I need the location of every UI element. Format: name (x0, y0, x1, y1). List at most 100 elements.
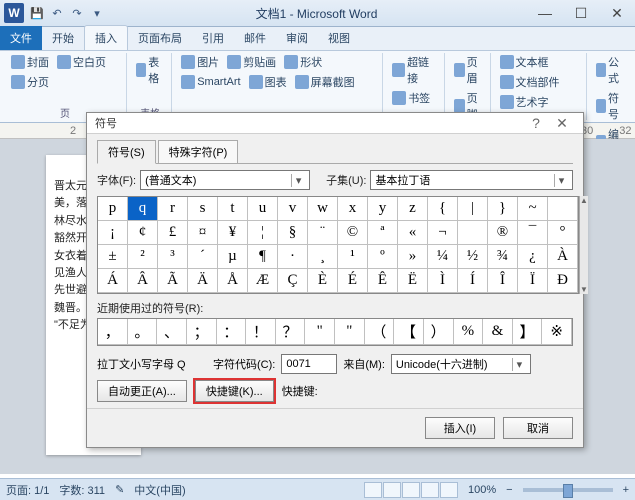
scroll-down-icon[interactable]: ▼ (580, 285, 588, 294)
subset-combo[interactable]: 基本拉丁语▾ (370, 170, 573, 190)
char-cell[interactable]: z (398, 197, 428, 221)
char-cell[interactable]: ¦ (248, 221, 278, 245)
zoom-out-button[interactable]: − (506, 484, 512, 496)
tab-view[interactable]: 视图 (318, 26, 360, 50)
language-indicator[interactable]: 中文(中国) (134, 482, 185, 498)
shapes-button[interactable]: 形状 (281, 53, 325, 71)
maximize-button[interactable]: ☐ (563, 1, 599, 26)
char-cell[interactable]: { (428, 197, 458, 221)
tab-special-chars[interactable]: 特殊字符(P) (158, 140, 239, 164)
undo-icon[interactable]: ↶ (48, 4, 66, 22)
grid-scrollbar[interactable]: ▲ ▼ (579, 196, 588, 294)
equation-button[interactable]: 公式 (593, 53, 627, 87)
char-cell[interactable]: ¿ (518, 245, 548, 269)
char-cell[interactable]: Î (488, 269, 518, 293)
quickparts-button[interactable]: 文档部件 (497, 73, 563, 91)
char-cell[interactable]: ³ (158, 245, 188, 269)
recent-char-cell[interactable]: ， (98, 319, 128, 345)
tab-insert[interactable]: 插入 (84, 25, 128, 50)
tab-home[interactable]: 开始 (42, 26, 84, 50)
char-cell[interactable]: Ã (158, 269, 188, 293)
char-cell[interactable]: ª (368, 221, 398, 245)
recent-char-cell[interactable]: " (335, 319, 365, 345)
smartart-button[interactable]: SmartArt (178, 73, 243, 91)
recent-char-cell[interactable]: % (454, 319, 484, 345)
redo-icon[interactable]: ↷ (68, 4, 86, 22)
char-cell[interactable]: v (278, 197, 308, 221)
save-icon[interactable]: 💾 (28, 4, 46, 22)
recent-char-cell[interactable]: ） (424, 319, 454, 345)
char-cell[interactable]: ¸ (308, 245, 338, 269)
char-cell[interactable]: ¾ (488, 245, 518, 269)
recent-char-cell[interactable]: 。 (128, 319, 158, 345)
minimize-button[interactable]: — (527, 1, 563, 26)
recent-char-cell[interactable]: ※ (542, 319, 572, 345)
recent-char-cell[interactable]: 、 (157, 319, 187, 345)
page-indicator[interactable]: 页面: 1/1 (6, 482, 49, 498)
char-cell[interactable]: Ç (278, 269, 308, 293)
char-cell[interactable]: Í (458, 269, 488, 293)
char-cell[interactable]: Á (98, 269, 128, 293)
cover-page-button[interactable]: 封面 (8, 53, 52, 71)
table-button[interactable]: 表格 (133, 53, 167, 87)
char-cell[interactable]: Ë (398, 269, 428, 293)
char-cell[interactable]: © (338, 221, 368, 245)
char-cell[interactable]: ¬ (428, 221, 458, 245)
char-cell[interactable]: ° (548, 221, 578, 245)
font-combo[interactable]: (普通文本)▾ (140, 170, 310, 190)
recent-char-cell[interactable]: ！ (246, 319, 276, 345)
char-cell[interactable]: s (188, 197, 218, 221)
char-cell[interactable]: } (488, 197, 518, 221)
char-cell[interactable]: r (158, 197, 188, 221)
char-cell[interactable]: ´ (188, 245, 218, 269)
char-cell[interactable]: Ð (548, 269, 578, 293)
char-cell[interactable]: | (458, 197, 488, 221)
chart-button[interactable]: 图表 (246, 73, 290, 91)
char-cell[interactable]: À (548, 245, 578, 269)
hyperlink-button[interactable]: 超链接 (389, 53, 440, 87)
zoom-level[interactable]: 100% (468, 484, 496, 496)
char-cell[interactable]: ¤ (188, 221, 218, 245)
char-cell[interactable]: ² (128, 245, 158, 269)
header-button[interactable]: 页眉 (451, 53, 485, 87)
char-cell[interactable]: È (308, 269, 338, 293)
zoom-in-button[interactable]: + (623, 484, 629, 496)
char-cell[interactable]: ¡ (98, 221, 128, 245)
char-cell[interactable]: ± (98, 245, 128, 269)
char-cell[interactable]: y (368, 197, 398, 221)
tab-layout[interactable]: 页面布局 (128, 26, 192, 50)
char-cell[interactable]: ~ (518, 197, 548, 221)
tab-symbols[interactable]: 符号(S) (97, 140, 156, 164)
dialog-titlebar[interactable]: 符号 ? ✕ (87, 113, 583, 134)
char-cell[interactable]: µ (218, 245, 248, 269)
recent-char-cell[interactable]: 】 (513, 319, 543, 345)
recent-char-cell[interactable]: " (305, 319, 335, 345)
char-cell[interactable]: q (128, 197, 158, 221)
textbox-button[interactable]: 文本框 (497, 53, 552, 71)
char-cell[interactable]: ¹ (338, 245, 368, 269)
recent-char-cell[interactable]: 【 (394, 319, 424, 345)
char-cell[interactable]: w (308, 197, 338, 221)
spellcheck-icon[interactable]: ✎ (115, 483, 124, 496)
char-cell[interactable]: ½ (458, 245, 488, 269)
char-cell[interactable]: Å (218, 269, 248, 293)
word-count[interactable]: 字数: 311 (59, 482, 105, 498)
autocorrect-button[interactable]: 自动更正(A)... (97, 380, 187, 402)
from-combo[interactable]: Unicode(十六进制)▾ (391, 354, 531, 374)
char-cell[interactable]: · (278, 245, 308, 269)
page-break-button[interactable]: 分页 (8, 73, 52, 91)
scroll-up-icon[interactable]: ▲ (580, 196, 588, 205)
recent-char-cell[interactable]: ？ (276, 319, 306, 345)
char-cell[interactable]: x (338, 197, 368, 221)
symbol-button[interactable]: 符号 (593, 89, 627, 123)
char-cell[interactable]: ¯ (518, 221, 548, 245)
recent-char-cell[interactable]: & (483, 319, 513, 345)
char-cell[interactable]: ¥ (218, 221, 248, 245)
char-cell[interactable]: ¢ (128, 221, 158, 245)
shortcut-key-button[interactable]: 快捷键(K)... (195, 380, 274, 402)
char-cell[interactable]: » (398, 245, 428, 269)
dialog-help-button[interactable]: ? (523, 115, 549, 131)
bookmark-button[interactable]: 书签 (389, 89, 440, 107)
char-cell[interactable]: Ä (188, 269, 218, 293)
char-cell[interactable]: Ï (518, 269, 548, 293)
